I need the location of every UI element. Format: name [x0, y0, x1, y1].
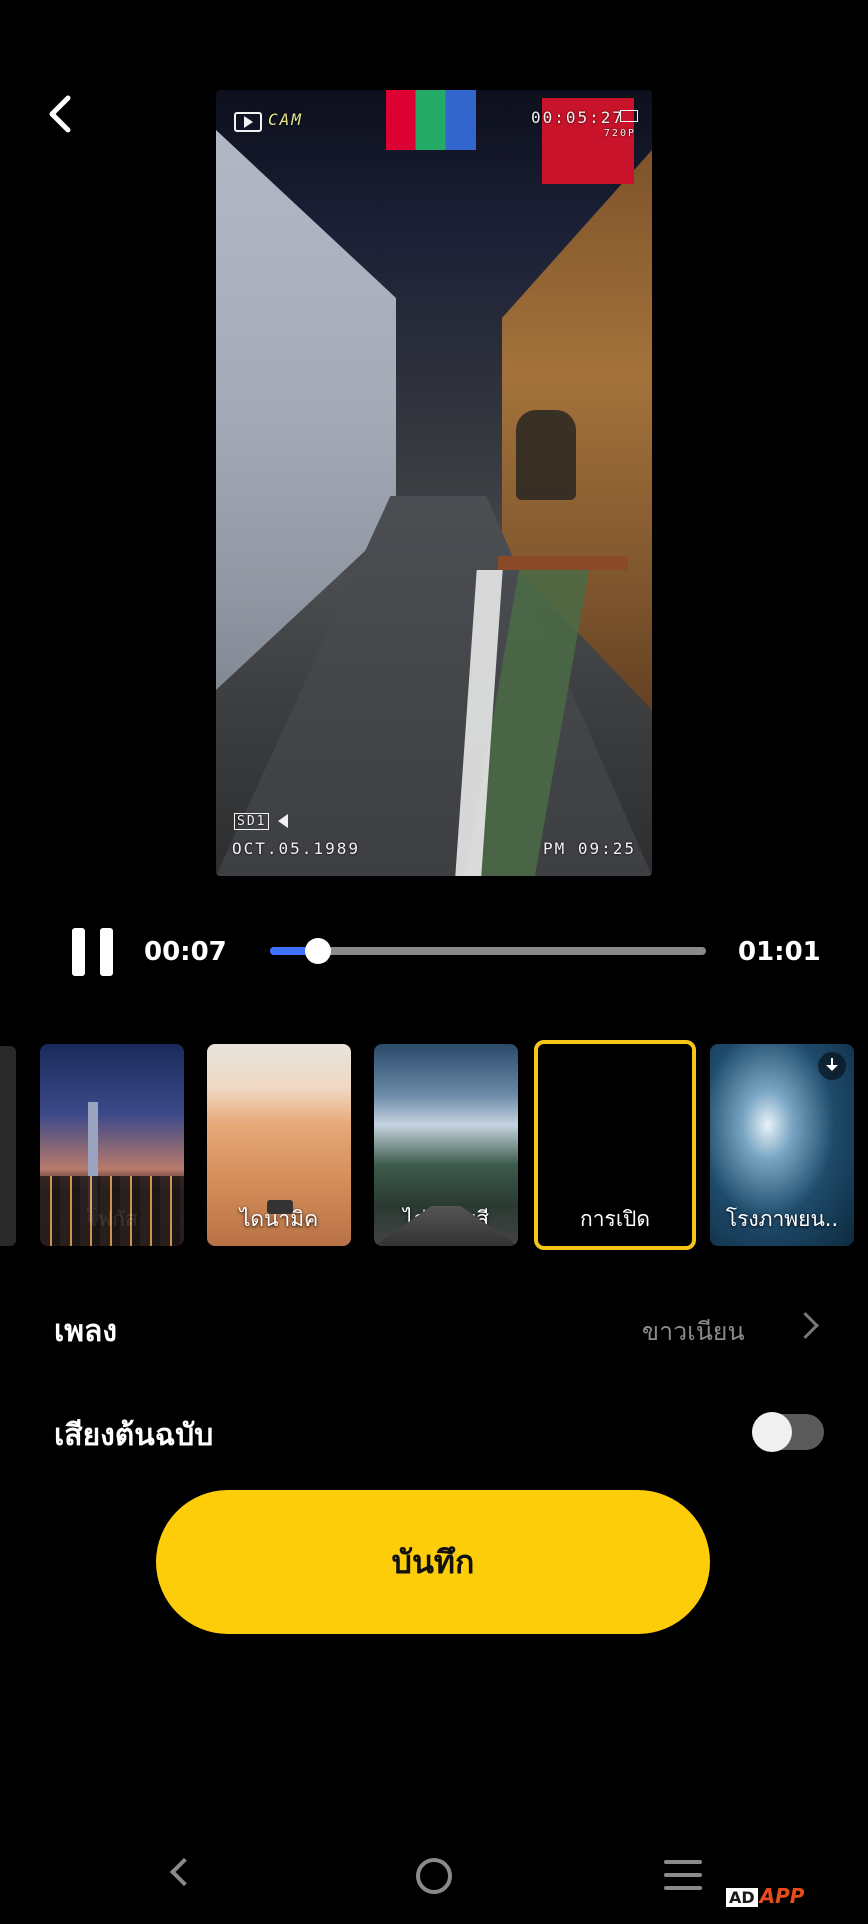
nav-recents-icon[interactable] [664, 1860, 702, 1890]
filter-strip-edge [0, 1046, 16, 1246]
vhs-clock: PM 09:25 [542, 839, 636, 858]
chevron-left-icon [49, 95, 71, 133]
pause-icon [100, 928, 113, 976]
current-time: 00:07 [144, 937, 227, 967]
back-button[interactable] [40, 92, 84, 136]
seek-bar[interactable] [270, 938, 706, 964]
original-audio-label: เสียงต้นฉบับ [54, 1418, 214, 1453]
vhs-cam-label: CAM [268, 110, 303, 129]
filter-strip[interactable]: โฟกัส ไดนามิค ไล่ระดับสี การเปิด โรงภาพย… [0, 1040, 868, 1260]
filter-label: โรงภาพยน.. [725, 1207, 839, 1231]
filter-item[interactable]: โรงภาพยน.. [710, 1044, 854, 1246]
vhs-date: OCT.05.1989 [232, 839, 360, 858]
nav-back-icon[interactable] [169, 1857, 199, 1887]
filter-item[interactable]: ไดนามิค [207, 1044, 351, 1246]
chevron-right-icon[interactable] [792, 1312, 819, 1339]
watermark-prefix: AD [726, 1888, 758, 1907]
watermark-text: APP [759, 1884, 805, 1908]
vhs-play-icon [234, 112, 262, 132]
watermark-logo: AD APP [726, 1884, 804, 1908]
video-scene-bench [498, 556, 628, 570]
video-preview[interactable]: CAM 00:05:27 720P SD1 OCT.05.1989 PM 09:… [216, 90, 652, 876]
download-icon[interactable] [818, 1052, 846, 1080]
music-label: เพลง [54, 1314, 118, 1349]
save-button[interactable]: บันทึก [156, 1490, 710, 1634]
filter-label: การเปิด [580, 1207, 650, 1231]
video-scene-people [516, 410, 576, 500]
vhs-resolution: 720P [603, 128, 636, 139]
total-time: 01:01 [738, 937, 821, 967]
vhs-timecode: 00:05:27 [530, 108, 624, 127]
filter-label: ไดนามิค [239, 1207, 319, 1231]
seek-thumb[interactable] [304, 938, 331, 964]
pause-button[interactable] [72, 928, 114, 976]
filter-item[interactable]: โฟกัส [40, 1044, 184, 1246]
rewind-icon [278, 814, 288, 828]
music-value[interactable]: ขาวเนียน [642, 1312, 745, 1352]
battery-icon [620, 110, 638, 122]
video-scene-sign [386, 90, 476, 150]
filter-label: ไล่ระดับสี [403, 1207, 489, 1231]
filter-label: โฟกัส [86, 1207, 138, 1231]
pause-icon [72, 928, 85, 976]
vhs-sd-label: SD1 [234, 813, 270, 830]
filter-item-selected[interactable]: การเปิด [534, 1040, 696, 1250]
filter-item[interactable]: ไล่ระดับสี [374, 1044, 518, 1246]
toggle-knob [752, 1412, 792, 1452]
original-audio-toggle[interactable] [752, 1412, 824, 1452]
nav-home-icon[interactable] [416, 1858, 452, 1894]
